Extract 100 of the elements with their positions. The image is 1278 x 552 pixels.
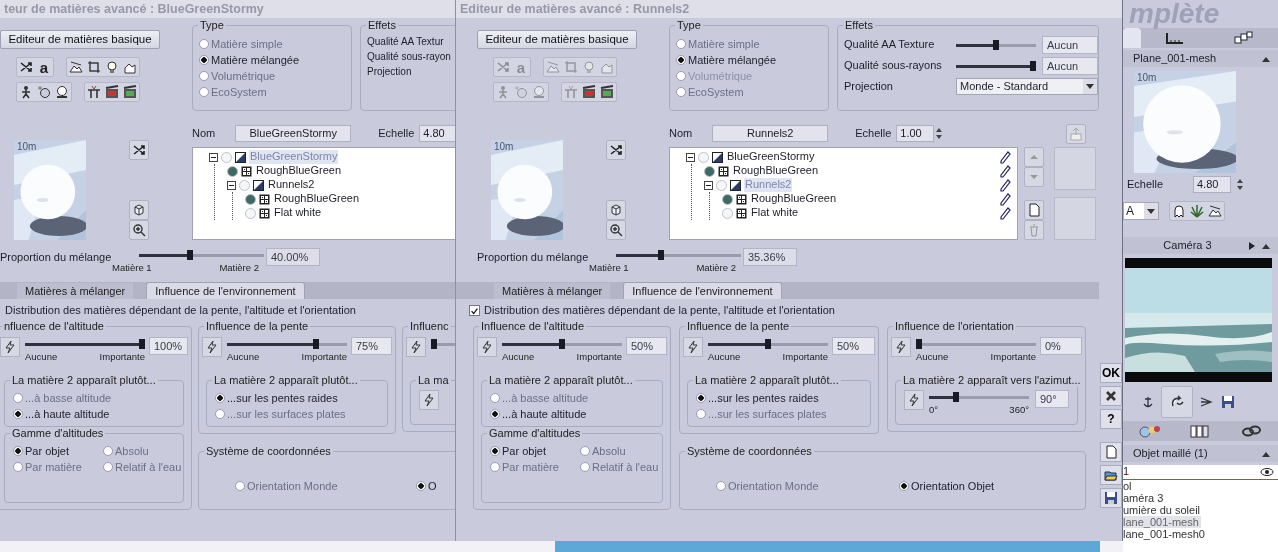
text-style-button[interactable]: a [35, 58, 53, 76]
ok-button[interactable]: OK [1100, 363, 1122, 383]
tree-label[interactable]: Runnels2 [267, 178, 316, 192]
close-button[interactable] [1100, 386, 1122, 406]
checkbox[interactable]: Distribution des matières dépendant de la pente, l'altitude et l'orientation [469, 304, 1099, 317]
slider-thumb[interactable] [431, 339, 437, 349]
slider-thumb[interactable] [1030, 61, 1036, 71]
scale-field[interactable]: 4.80 [419, 125, 455, 142]
film-button[interactable] [121, 83, 139, 101]
collapse-toggle[interactable] [704, 180, 713, 190]
radio-button[interactable]: Par objet [13, 443, 103, 459]
lightning-button[interactable] [904, 390, 924, 410]
panel-header[interactable]: Plane_001-mesh [1123, 50, 1278, 67]
open-file-button[interactable] [1100, 465, 1122, 485]
projection-dropdown[interactable]: Monde - Standard [956, 78, 1098, 95]
radio-button[interactable]: O [416, 478, 455, 494]
help-button[interactable]: ? [1100, 409, 1122, 429]
new-file-button[interactable] [1100, 442, 1122, 462]
film-button[interactable] [103, 83, 121, 101]
basic-editor-button[interactable]: Editeur de matières basique [477, 30, 637, 49]
tree-label[interactable]: RoughBlueGreen [732, 164, 819, 178]
radio-button[interactable]: Matière mélangée [199, 52, 345, 68]
lightning-button[interactable] [406, 337, 426, 357]
zoom-button[interactable] [606, 220, 626, 240]
slider-thumb[interactable] [916, 339, 922, 349]
collapse-toggle[interactable] [209, 152, 218, 162]
zoom-button[interactable] [129, 220, 149, 240]
pencil-icon[interactable] [998, 150, 1012, 164]
pencil-icon[interactable] [998, 192, 1012, 206]
list-item[interactable]: lane_001-mesh [1123, 516, 1201, 528]
value-field[interactable]: 0% [1040, 337, 1082, 355]
landscape-button[interactable] [1206, 202, 1224, 220]
crop-button[interactable] [85, 58, 103, 76]
value-field[interactable]: 35.36% [743, 248, 797, 266]
spinner-control[interactable] [1235, 177, 1245, 192]
value-field[interactable]: 75% [351, 337, 392, 355]
tree-label[interactable]: RoughBlueGreen [255, 164, 342, 178]
radio-button[interactable]: Matière mélangée [676, 52, 822, 68]
value-field[interactable]: Aucun [1042, 36, 1098, 54]
radio-button[interactable]: ...à haute altitude [490, 406, 654, 422]
save-button[interactable] [1100, 488, 1122, 508]
layer-dropdown[interactable]: A [1123, 202, 1159, 220]
play-icon[interactable] [1246, 239, 1256, 252]
lightning-button[interactable] [683, 337, 703, 357]
shuffle-button[interactable] [129, 140, 149, 160]
lightning-button[interactable] [202, 337, 222, 357]
slider-thumb[interactable] [139, 339, 145, 349]
radio-button[interactable]: Par objet [490, 443, 580, 459]
pencil-icon[interactable] [998, 164, 1012, 178]
slider-thumb[interactable] [559, 339, 565, 349]
filter-field[interactable]: 1 [1123, 465, 1278, 480]
tree-label[interactable]: RoughBlueGreen [273, 192, 360, 206]
save-button[interactable] [1219, 393, 1237, 411]
panel-header[interactable]: Caméra 3 [1123, 237, 1278, 254]
slider-thumb[interactable] [186, 250, 193, 260]
slider-thumb[interactable] [952, 392, 959, 402]
radio-button[interactable]: ...à haute altitude [13, 406, 175, 422]
collapse-toggle[interactable] [227, 180, 236, 190]
list-item[interactable]: ol [1123, 480, 1278, 492]
name-field[interactable]: Runnels2 [712, 125, 829, 142]
tree-label[interactable]: Flat white [273, 206, 323, 220]
rotate-button[interactable] [1161, 386, 1193, 418]
value-field[interactable]: 40.00% [266, 248, 320, 266]
tree-label[interactable]: BlueGreenStormy [726, 150, 816, 164]
lightning-button[interactable] [891, 337, 911, 357]
lightning-button[interactable] [477, 337, 497, 357]
ball-button[interactable] [35, 83, 53, 101]
scale-field[interactable]: 4.80 [1193, 176, 1231, 193]
tab[interactable]: Influence de l'environnement [623, 282, 782, 299]
radio-button[interactable]: ...sur les pentes raides [215, 390, 379, 406]
list-item[interactable]: lane_001-mesh0 [1123, 528, 1278, 540]
tab[interactable]: Matières à mélanger [494, 283, 611, 299]
value-field[interactable]: 90° [1035, 390, 1069, 408]
pencil-icon[interactable] [998, 178, 1012, 192]
plant-button[interactable] [1188, 202, 1206, 220]
slider-thumb[interactable] [993, 40, 999, 50]
tree-label[interactable]: RoughBlueGreen [750, 192, 837, 206]
list-item[interactable]: améra 3 [1123, 492, 1278, 504]
table-button[interactable] [85, 83, 103, 101]
tree-label[interactable]: Flat white [750, 206, 800, 220]
radio-button[interactable]: Orientation Objet [899, 478, 1082, 494]
collapse-toggle[interactable] [686, 152, 695, 162]
value-field[interactable]: 50% [626, 337, 667, 355]
scale-field[interactable]: 1.00 [896, 125, 935, 142]
eye-icon[interactable] [1260, 465, 1274, 479]
cube-button[interactable] [606, 200, 626, 220]
basic-editor-button[interactable]: Editeur de matières basique [0, 30, 160, 49]
tab[interactable]: Influence de l'environnement [146, 282, 305, 299]
slider-thumb[interactable] [658, 250, 665, 260]
name-field[interactable]: BlueGreenStormy [235, 125, 352, 142]
cube-button[interactable] [129, 200, 149, 220]
list-item[interactable]: umière du soleil [1123, 504, 1278, 516]
tab[interactable]: Matières à mélanger [17, 283, 134, 299]
value-field[interactable]: Aucun [1042, 57, 1098, 75]
lightning-button[interactable] [419, 390, 439, 410]
new-material-button[interactable] [1024, 200, 1044, 220]
shuffle-button[interactable] [606, 140, 626, 160]
value-field[interactable]: 50% [832, 337, 875, 355]
landscape-button[interactable] [67, 58, 85, 76]
value-field[interactable]: 100% [149, 337, 188, 355]
